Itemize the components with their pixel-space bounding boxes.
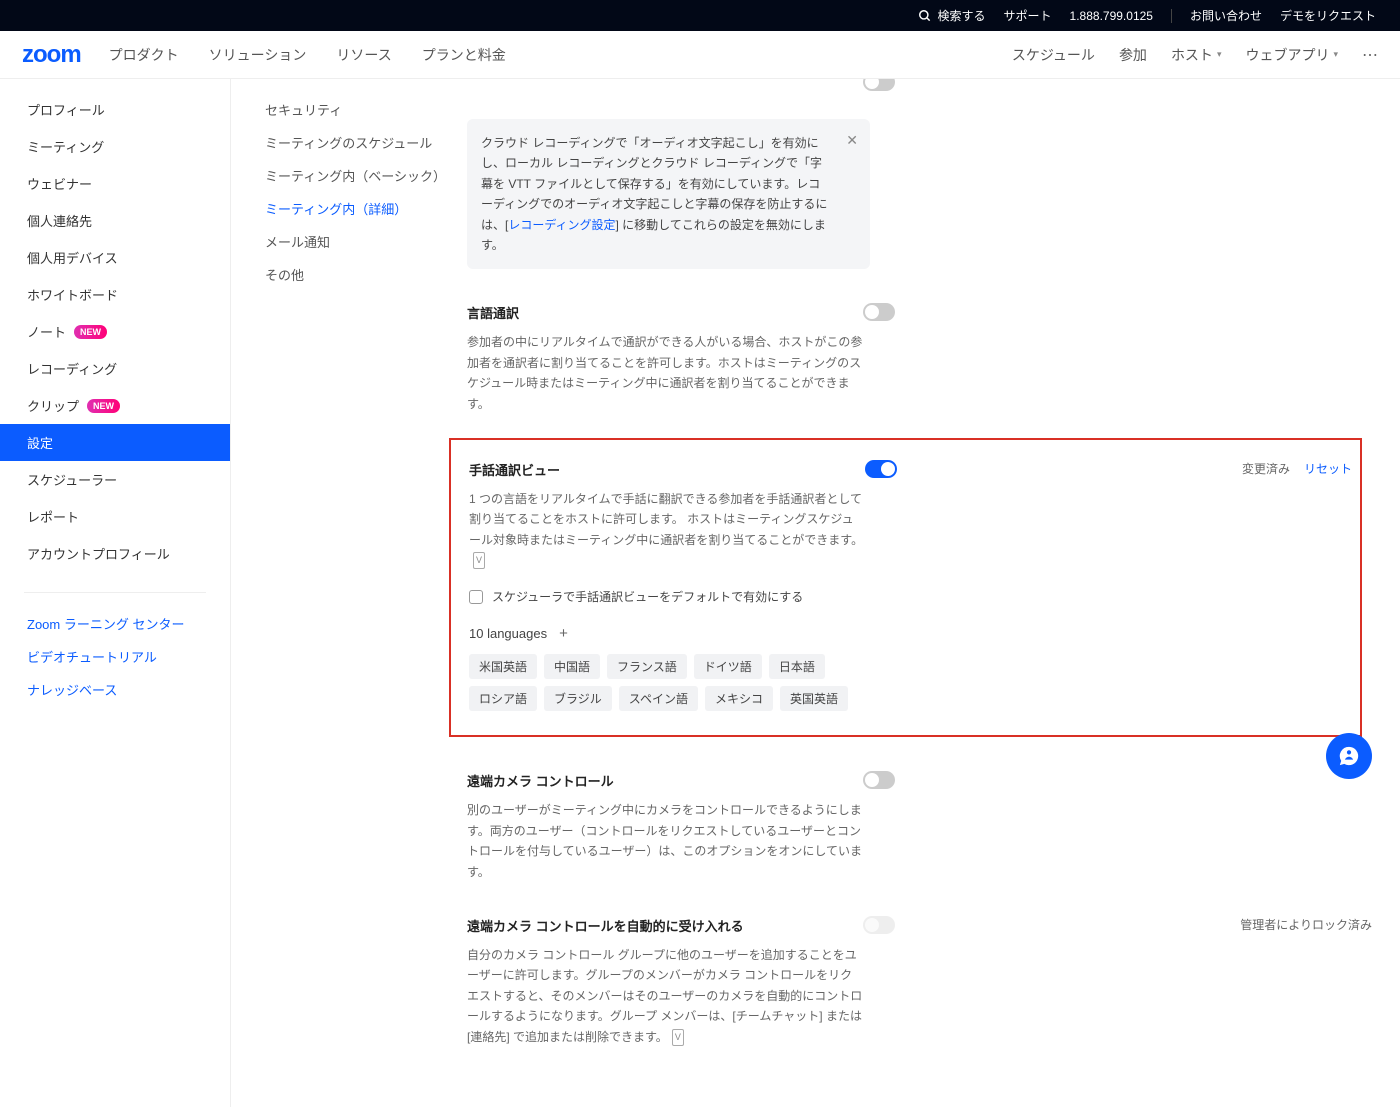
section-sign-language-view: 手話通訳ビュー 1 つの言語をリアルタイムで手話に翻訳できる参加者を手話通訳者と… [449, 438, 1362, 738]
info-badge-icon: V [473, 552, 485, 569]
new-badge: NEW [74, 325, 107, 339]
language-tag[interactable]: 米国英語 [469, 654, 537, 679]
sidebar-help-link[interactable]: Zoom ラーニング センター [0, 607, 230, 640]
sidebar-item[interactable]: プロフィール [0, 91, 230, 128]
sidebar-item[interactable]: 個人用デバイス [0, 239, 230, 276]
search-label: 検索する [938, 7, 986, 24]
settings-content: ✕ クラウド レコーディングで「オーディオ文字起こし」を有効にし、ローカル レコ… [447, 79, 1400, 1107]
sidebar-item[interactable]: 個人連絡先 [0, 202, 230, 239]
main-nav: zoom プロダクト ソリューション リソース プランと料金 スケジュール 参加… [0, 31, 1400, 79]
search-icon [918, 9, 932, 23]
toggle-sign-language-view[interactable] [865, 460, 897, 478]
section-desc: 1 つの言語をリアルタイムで手話に翻訳できる参加者を手話通訳者として割り当てるこ… [469, 489, 865, 571]
sidebar-item[interactable]: アカウントプロフィール [0, 535, 230, 572]
section-language-interpretation: 言語通訳 参加者の中にリアルタイムで通訳ができる人がいる場合、ホストがこの参加者… [467, 303, 1380, 414]
section-title: 遠端カメラ コントロールを自動的に受け入れる [467, 916, 863, 935]
nav-more-icon[interactable]: ⋯ [1362, 45, 1378, 65]
nav-host[interactable]: ホスト▾ [1171, 45, 1222, 65]
new-badge: NEW [87, 399, 120, 413]
close-icon[interactable]: ✕ [846, 129, 858, 153]
section-title: 手話通訳ビュー [469, 460, 865, 479]
toggle-far-end-camera[interactable] [863, 771, 895, 789]
sidebar-item[interactable]: ホワイトボード [0, 276, 230, 313]
section-desc: 自分のカメラ コントロール グループに他のユーザーを追加することをユーザーに許可… [467, 945, 863, 1047]
recording-settings-link[interactable]: レコーディング設定 [508, 218, 615, 232]
sidebar-item[interactable]: 設定 [0, 424, 230, 461]
zoom-logo[interactable]: zoom [22, 41, 81, 69]
settings-tab[interactable]: ミーティング内（詳細） [265, 192, 447, 225]
section-desc: 参加者の中にリアルタイムで通訳ができる人がいる場合、ホストがこの参加者を通訳者に… [467, 332, 863, 414]
default-enable-checkbox[interactable] [469, 590, 483, 604]
language-tag[interactable]: フランス語 [607, 654, 687, 679]
nav-webapp[interactable]: ウェブアプリ▾ [1245, 45, 1338, 65]
top-utility-bar: 検索する サポート 1.888.799.0125 お問い合わせ デモをリクエスト [0, 0, 1400, 31]
language-tag[interactable]: 日本語 [769, 654, 825, 679]
recording-info-box: ✕ クラウド レコーディングで「オーディオ文字起こし」を有効にし、ローカル レコ… [467, 119, 870, 269]
settings-tab[interactable]: メール通知 [265, 225, 447, 258]
divider [24, 592, 206, 593]
language-tag[interactable]: ドイツ語 [694, 654, 762, 679]
sidebar-item[interactable]: ノートNEW [0, 313, 230, 350]
section-title: 言語通訳 [467, 303, 863, 322]
section-auto-accept-camera: 遠端カメラ コントロールを自動的に受け入れる 自分のカメラ コントロール グルー… [467, 916, 1380, 1047]
settings-tab[interactable]: ミーティング内（ベーシック） [265, 159, 447, 192]
add-language-button[interactable]: + [559, 625, 568, 642]
chevron-down-icon: ▾ [1217, 49, 1222, 60]
language-tag[interactable]: メキシコ [705, 686, 773, 711]
sidebar-item[interactable]: クリップNEW [0, 387, 230, 424]
modified-label: 変更済み [1242, 460, 1290, 477]
language-tag[interactable]: ブラジル [544, 686, 612, 711]
nav-solutions[interactable]: ソリューション [209, 45, 307, 65]
language-tags: 米国英語中国語フランス語ドイツ語日本語ロシア語ブラジルスペイン語メキシコ英国英語 [469, 654, 889, 711]
nav-products[interactable]: プロダクト [109, 45, 179, 65]
toggle-language-interpretation[interactable] [863, 303, 895, 321]
search-link[interactable]: 検索する [918, 7, 986, 24]
language-count: 10 languages [469, 626, 547, 641]
nav-schedule[interactable]: スケジュール [1012, 45, 1095, 65]
contact-link[interactable]: お問い合わせ [1190, 7, 1262, 24]
section-desc: 別のユーザーがミーティング中にカメラをコントロールできるようにします。両方のユー… [467, 800, 863, 882]
language-tag[interactable]: 中国語 [544, 654, 600, 679]
language-count-row: 10 languages + [469, 625, 865, 642]
nav-links-right: スケジュール 参加 ホスト▾ ウェブアプリ▾ ⋯ [1012, 45, 1378, 65]
left-sidebar: プロフィールミーティングウェビナー個人連絡先個人用デバイスホワイトボードノートN… [0, 79, 231, 1107]
toggle-unknown-top[interactable] [863, 79, 895, 91]
nav-join[interactable]: 参加 [1119, 45, 1147, 65]
locked-by-admin-label: 管理者によりロック済み [1240, 916, 1372, 933]
settings-tab[interactable]: ミーティングのスケジュール [265, 126, 447, 159]
sidebar-help-link[interactable]: ナレッジベース [0, 673, 230, 706]
reset-link[interactable]: リセット [1304, 460, 1352, 477]
request-demo-link[interactable]: デモをリクエスト [1280, 7, 1376, 24]
chat-fab-button[interactable] [1326, 733, 1372, 779]
sidebar-help-link[interactable]: ビデオチュートリアル [0, 640, 230, 673]
section-far-end-camera: 遠端カメラ コントロール 別のユーザーがミーティング中にカメラをコントロールでき… [467, 771, 1380, 882]
chevron-down-icon: ▾ [1333, 49, 1338, 60]
sidebar-item[interactable]: ミーティング [0, 128, 230, 165]
nav-links-left: プロダクト ソリューション リソース プランと料金 [109, 45, 506, 65]
info-badge-icon: V [672, 1029, 684, 1046]
phone-link[interactable]: 1.888.799.0125 [1070, 9, 1153, 23]
section-title: 遠端カメラ コントロール [467, 771, 863, 790]
sidebar-item[interactable]: ウェビナー [0, 165, 230, 202]
checkbox-label: スケジューラで手話通訳ビューをデフォルトで有効にする [492, 588, 803, 605]
sidebar-item[interactable]: レコーディング [0, 350, 230, 387]
nav-resources[interactable]: リソース [336, 45, 391, 65]
settings-tab[interactable]: その他 [265, 258, 447, 291]
default-enable-checkbox-row: スケジューラで手話通訳ビューをデフォルトで有効にする [469, 588, 865, 605]
language-tag[interactable]: 英国英語 [780, 686, 848, 711]
sidebar-item[interactable]: レポート [0, 498, 230, 535]
divider [1171, 9, 1172, 23]
toggle-auto-accept-camera [863, 916, 895, 934]
support-link[interactable]: サポート [1004, 7, 1052, 24]
language-tag[interactable]: スペイン語 [619, 686, 698, 711]
nav-pricing[interactable]: プランと料金 [422, 45, 506, 65]
settings-tabs: セキュリティミーティングのスケジュールミーティング内（ベーシック）ミーティング内… [231, 79, 447, 1107]
chat-icon [1338, 745, 1360, 767]
settings-tab[interactable]: セキュリティ [265, 93, 447, 126]
sidebar-item[interactable]: スケジューラー [0, 461, 230, 498]
language-tag[interactable]: ロシア語 [469, 686, 537, 711]
